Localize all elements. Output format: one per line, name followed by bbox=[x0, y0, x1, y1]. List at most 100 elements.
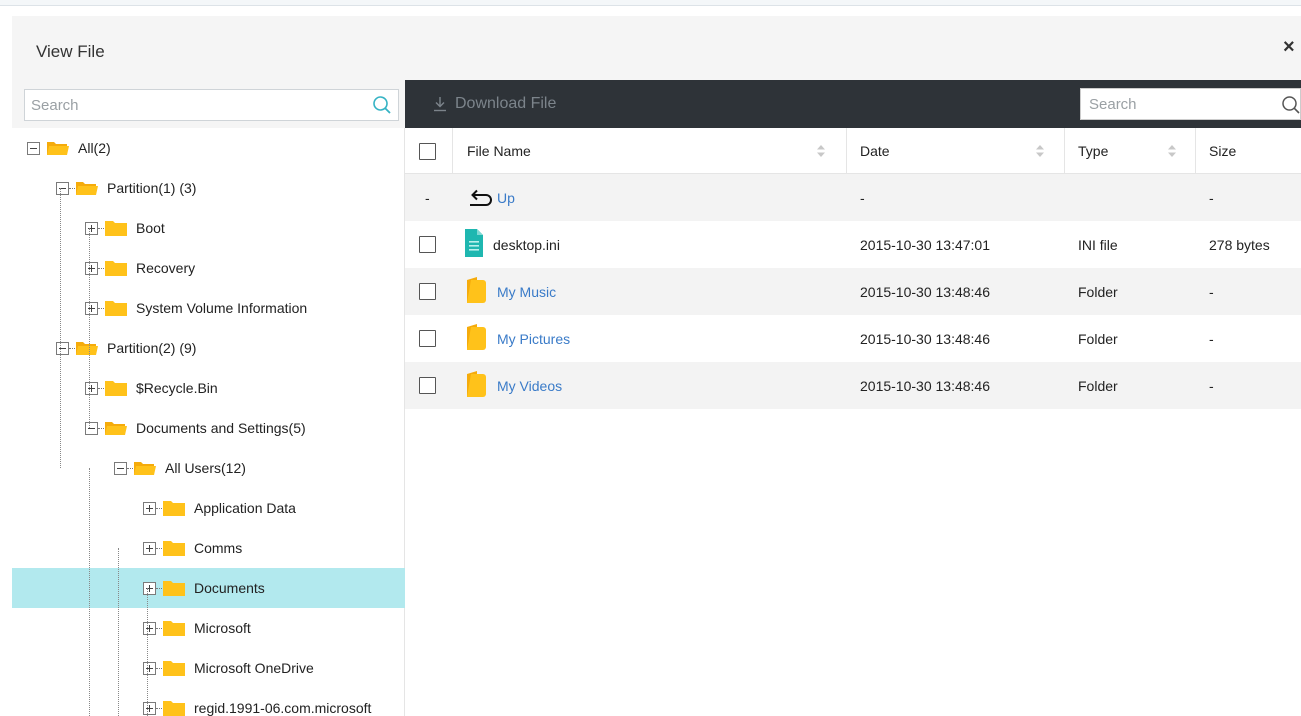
expand-toggle-icon[interactable] bbox=[85, 301, 98, 315]
file-type: INI file bbox=[1078, 236, 1118, 253]
up-label[interactable]: Up bbox=[497, 190, 515, 206]
tree-node-label: Documents bbox=[194, 580, 265, 596]
row-checkbox[interactable] bbox=[419, 283, 436, 300]
tree-node[interactable]: Partition(2) (9) bbox=[56, 328, 196, 368]
collapse-toggle-icon[interactable] bbox=[27, 141, 40, 155]
tree-search-input[interactable] bbox=[25, 90, 355, 120]
expand-toggle-icon[interactable] bbox=[143, 501, 156, 515]
column-size[interactable]: Size bbox=[1209, 128, 1236, 174]
select-all-checkbox[interactable] bbox=[419, 142, 436, 160]
tree-node[interactable]: Documents bbox=[12, 568, 405, 608]
file-search-input[interactable] bbox=[1081, 89, 1261, 119]
tree-node[interactable]: Application Data bbox=[143, 488, 296, 528]
collapse-toggle-icon[interactable] bbox=[114, 461, 127, 475]
tree-guide-line bbox=[89, 468, 90, 716]
file-name-cell[interactable]: My Videos bbox=[465, 362, 562, 409]
up-arrow-icon bbox=[470, 189, 492, 206]
expand-toggle-icon[interactable] bbox=[143, 581, 156, 595]
row-checkbox[interactable] bbox=[419, 330, 436, 347]
column-file-name[interactable]: File Name bbox=[467, 128, 531, 174]
expand-toggle-icon[interactable] bbox=[143, 661, 156, 675]
expand-toggle-icon[interactable] bbox=[143, 621, 156, 635]
expand-toggle-icon[interactable] bbox=[143, 541, 156, 555]
download-file-label: Download File bbox=[455, 95, 557, 112]
file-size: - bbox=[1209, 283, 1214, 300]
tree-node[interactable]: All Users(12) bbox=[114, 448, 246, 488]
file-name[interactable]: My Pictures bbox=[497, 331, 570, 347]
close-button[interactable]: × bbox=[1283, 36, 1301, 58]
folder-icon bbox=[465, 323, 487, 354]
file-name-cell[interactable]: My Music bbox=[465, 268, 556, 315]
collapse-toggle-icon[interactable] bbox=[56, 181, 69, 195]
up-size: - bbox=[1209, 189, 1214, 206]
tree-node-label: $Recycle.Bin bbox=[136, 380, 218, 396]
file-row[interactable]: My Videos 2015-10-30 13:48:46 Folder - bbox=[405, 362, 1301, 409]
up-row[interactable]: - Up - - bbox=[405, 174, 1301, 221]
column-type[interactable]: Type bbox=[1078, 128, 1108, 174]
search-icon[interactable] bbox=[372, 95, 392, 115]
file-date: 2015-10-30 13:47:01 bbox=[860, 236, 990, 253]
file-list-panel: Download File File Name Date Type bbox=[405, 80, 1301, 716]
tree-node[interactable]: Microsoft bbox=[143, 608, 251, 648]
tree-node[interactable]: Documents and Settings(5) bbox=[85, 408, 306, 448]
file-date: 2015-10-30 13:48:46 bbox=[860, 283, 990, 300]
column-date[interactable]: Date bbox=[860, 128, 890, 174]
folder-open-icon bbox=[75, 339, 99, 357]
expand-toggle-icon[interactable] bbox=[85, 261, 98, 275]
up-marker: - bbox=[425, 189, 430, 206]
expand-toggle-icon[interactable] bbox=[85, 381, 98, 395]
folder-icon bbox=[162, 499, 186, 517]
file-row[interactable]: My Music 2015-10-30 13:48:46 Folder - bbox=[405, 268, 1301, 315]
tree-node-label: Recovery bbox=[136, 260, 196, 276]
row-checkbox[interactable] bbox=[419, 236, 436, 253]
sort-icon[interactable] bbox=[817, 145, 825, 157]
folder-icon bbox=[162, 619, 186, 637]
file-date: 2015-10-30 13:48:46 bbox=[860, 377, 990, 394]
row-checkbox[interactable] bbox=[419, 377, 436, 394]
up-link[interactable]: Up bbox=[467, 174, 515, 221]
folder-open-icon bbox=[46, 139, 70, 157]
tree-node[interactable]: Comms bbox=[143, 528, 242, 568]
tree-guide-line bbox=[89, 228, 90, 428]
file-type: Folder bbox=[1078, 377, 1118, 394]
tree-node-label: Documents and Settings(5) bbox=[136, 420, 306, 436]
tree-node[interactable]: Microsoft OneDrive bbox=[143, 648, 314, 688]
file-name[interactable]: My Music bbox=[497, 284, 556, 300]
file-row[interactable]: desktop.ini 2015-10-30 13:47:01 INI file 27… bbox=[405, 221, 1301, 268]
tree-node[interactable]: All(2) bbox=[27, 128, 111, 168]
sort-icon[interactable] bbox=[1036, 145, 1044, 157]
folder-icon bbox=[162, 539, 186, 557]
file-row[interactable]: My Pictures 2015-10-30 13:48:46 Folder - bbox=[405, 315, 1301, 362]
file-type: Folder bbox=[1078, 330, 1118, 347]
tree-node-label: Partition(2) (9) bbox=[107, 340, 197, 356]
tree-node-label: All(2) bbox=[78, 140, 111, 156]
sort-icon[interactable] bbox=[1168, 145, 1176, 157]
background-strip bbox=[0, 0, 1301, 6]
download-file-button[interactable]: Download File bbox=[433, 92, 556, 116]
folder-tree: All(2) Partition(1) (3) Boot Recovery System… bbox=[12, 128, 405, 716]
tree-node-label: Comms bbox=[194, 540, 243, 556]
expand-toggle-icon[interactable] bbox=[143, 701, 156, 715]
tree-node-label: Microsoft bbox=[194, 620, 251, 636]
search-icon[interactable] bbox=[1281, 95, 1301, 115]
tree-node[interactable]: Partition(1) (3) bbox=[56, 168, 196, 208]
tree-node[interactable]: Recovery bbox=[85, 248, 195, 288]
collapse-toggle-icon[interactable] bbox=[56, 341, 69, 355]
expand-toggle-icon[interactable] bbox=[85, 221, 98, 235]
collapse-toggle-icon[interactable] bbox=[85, 421, 98, 435]
tree-node[interactable]: regid.1991-06.com.microsoft bbox=[143, 688, 371, 716]
folder-icon bbox=[465, 276, 487, 307]
tree-guide-line bbox=[118, 548, 119, 716]
file-name: desktop.ini bbox=[493, 236, 560, 253]
tree-node[interactable]: System Volume Information bbox=[85, 288, 307, 328]
tree-search-bar bbox=[12, 80, 405, 128]
tree-node-label: regid.1991-06.com.microsoft bbox=[194, 700, 372, 716]
file-name[interactable]: My Videos bbox=[497, 378, 562, 394]
file-size: - bbox=[1209, 330, 1214, 347]
file-search-box bbox=[1080, 88, 1301, 120]
file-name-cell[interactable]: My Pictures bbox=[465, 315, 570, 362]
folder-icon bbox=[162, 579, 186, 597]
tree-node[interactable]: $Recycle.Bin bbox=[85, 368, 218, 408]
file-name-cell[interactable]: desktop.ini bbox=[465, 221, 560, 268]
tree-node[interactable]: Boot bbox=[85, 208, 165, 248]
